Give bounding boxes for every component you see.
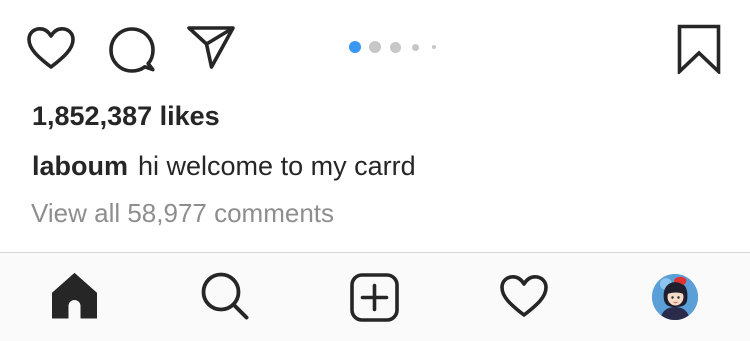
carousel-dot (369, 41, 381, 53)
share-icon[interactable] (186, 24, 236, 70)
activity-icon[interactable] (499, 274, 549, 318)
comment-icon[interactable] (108, 25, 156, 73)
caption-username[interactable]: laboum (32, 151, 128, 181)
view-all-comments-link[interactable]: View all 58,977 comments (31, 198, 334, 229)
likes-count[interactable]: 1,852,387 likes (32, 101, 220, 132)
caption-text: hi welcome to my carrd (138, 151, 416, 181)
caption: laboum hi welcome to my carrd (32, 151, 416, 182)
profile-avatar[interactable] (652, 274, 698, 320)
carousel-dot (390, 41, 401, 53)
bookmark-icon[interactable] (677, 24, 721, 74)
carousel-dot (412, 43, 419, 51)
home-icon[interactable] (51, 272, 98, 319)
search-icon[interactable] (200, 271, 250, 321)
carousel-indicator (349, 41, 436, 53)
carousel-dot (432, 45, 436, 49)
heart-icon[interactable] (26, 26, 76, 70)
carousel-dot-active (349, 41, 361, 53)
new-post-icon[interactable] (350, 273, 399, 322)
post-footer: 1,852,387 likes laboum hi welcome to my c… (0, 0, 750, 252)
